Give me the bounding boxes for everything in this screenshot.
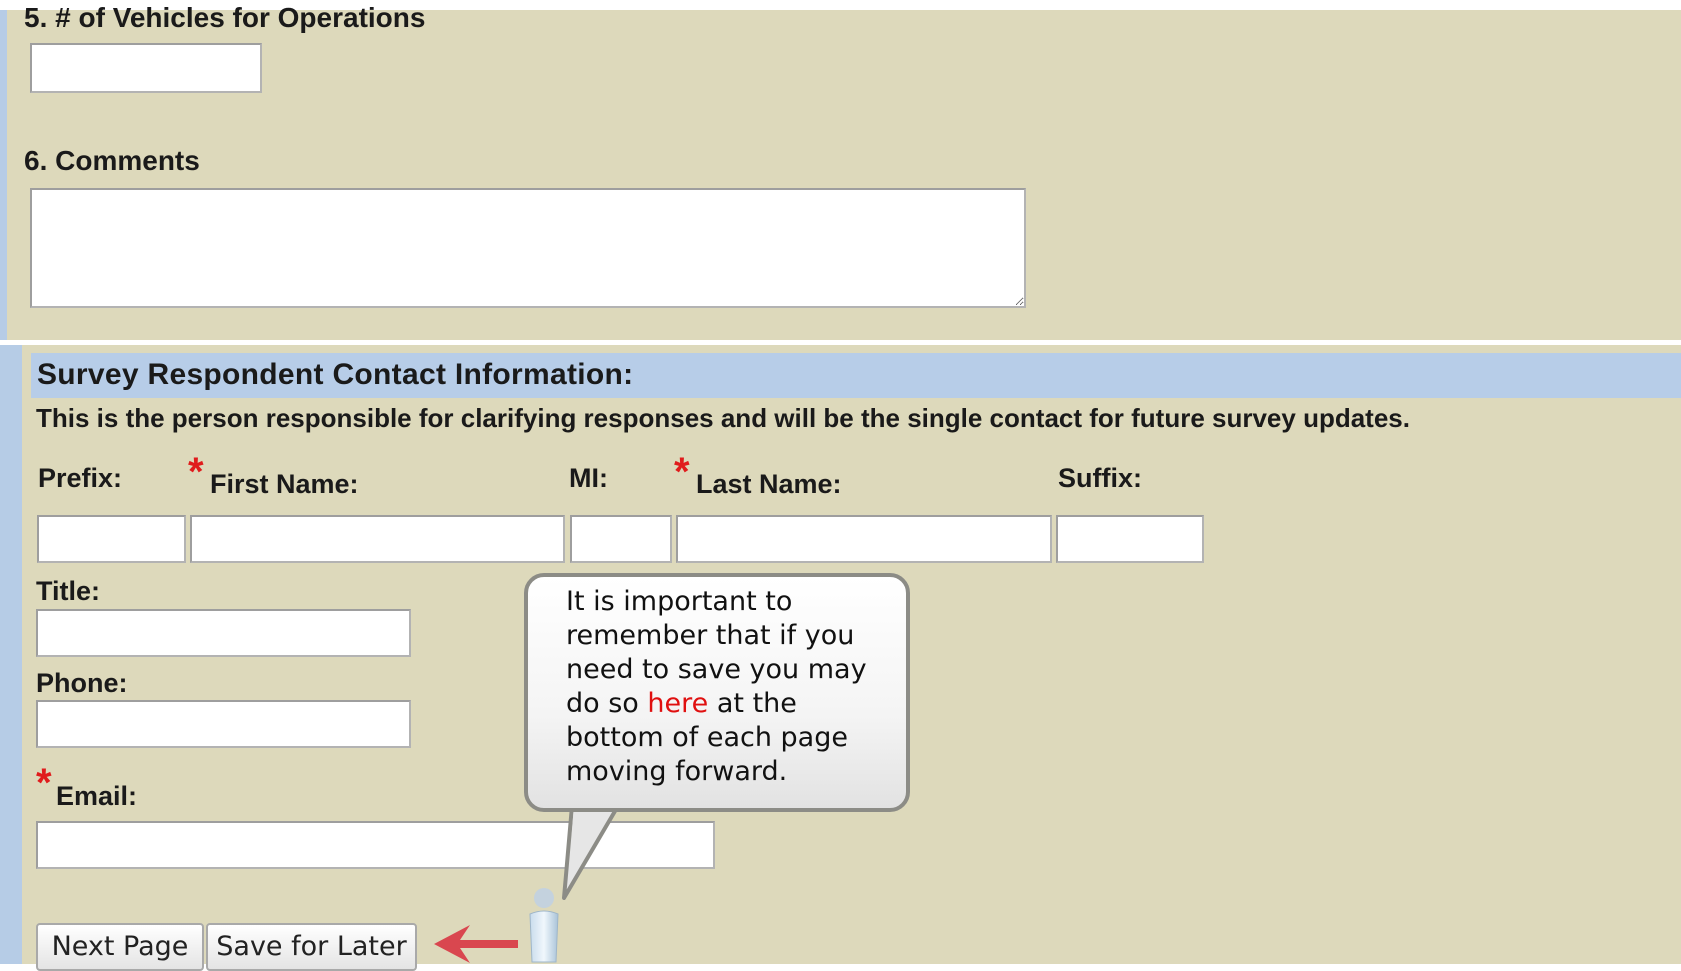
save-reminder-callout: It is important to remember that if you … <box>524 573 910 812</box>
suffix-label: Suffix: <box>1058 463 1142 493</box>
q6-label: 6. Comments <box>24 145 200 176</box>
suffix-input[interactable] <box>1056 515 1204 563</box>
last-name-required-marker: * <box>674 450 690 494</box>
callout-line-6: moving forward. <box>566 756 788 787</box>
callout-line-2: remember that if you <box>566 620 855 651</box>
arrow-left-icon <box>434 925 518 963</box>
q5-label: 5. # of Vehicles for Operations <box>24 2 426 33</box>
phone-label: Phone: <box>36 668 128 698</box>
mi-label: MI: <box>569 463 608 493</box>
phone-input[interactable] <box>36 700 411 748</box>
prefix-label: Prefix: <box>38 463 123 493</box>
callout-here-highlight: here <box>647 688 709 719</box>
callout-line-4-post: at the <box>708 688 797 719</box>
last-name-label: Last Name: <box>696 469 842 499</box>
title-input[interactable] <box>36 609 411 657</box>
first-name-input[interactable] <box>190 515 565 563</box>
callout-line-5: bottom of each page <box>566 722 848 753</box>
title-label: Title: <box>36 576 101 606</box>
vehicles-count-input[interactable] <box>30 43 262 93</box>
callout-line-4-pre: do so <box>566 688 648 719</box>
contact-section-heading: Survey Respondent Contact Information: <box>31 353 1681 398</box>
last-name-input[interactable] <box>676 515 1052 563</box>
email-required-marker: * <box>36 761 52 805</box>
contact-panel-edge <box>0 345 22 964</box>
mi-input[interactable] <box>570 515 672 563</box>
contact-description: This is the person responsible for clari… <box>36 403 1410 433</box>
callout-line-4: do so here at the <box>566 687 906 721</box>
first-name-required-marker: * <box>188 450 204 494</box>
prefix-input[interactable] <box>37 515 186 563</box>
questions-panel-edge <box>0 10 7 340</box>
person-icon <box>529 888 559 963</box>
email-label: Email: <box>56 781 138 811</box>
comments-textarea[interactable] <box>30 188 1026 308</box>
callout-tail <box>562 806 620 900</box>
first-name-label: First Name: <box>210 469 359 499</box>
callout-line-3: need to save you may <box>566 654 867 685</box>
callout-line-1: It is important to <box>566 586 793 617</box>
